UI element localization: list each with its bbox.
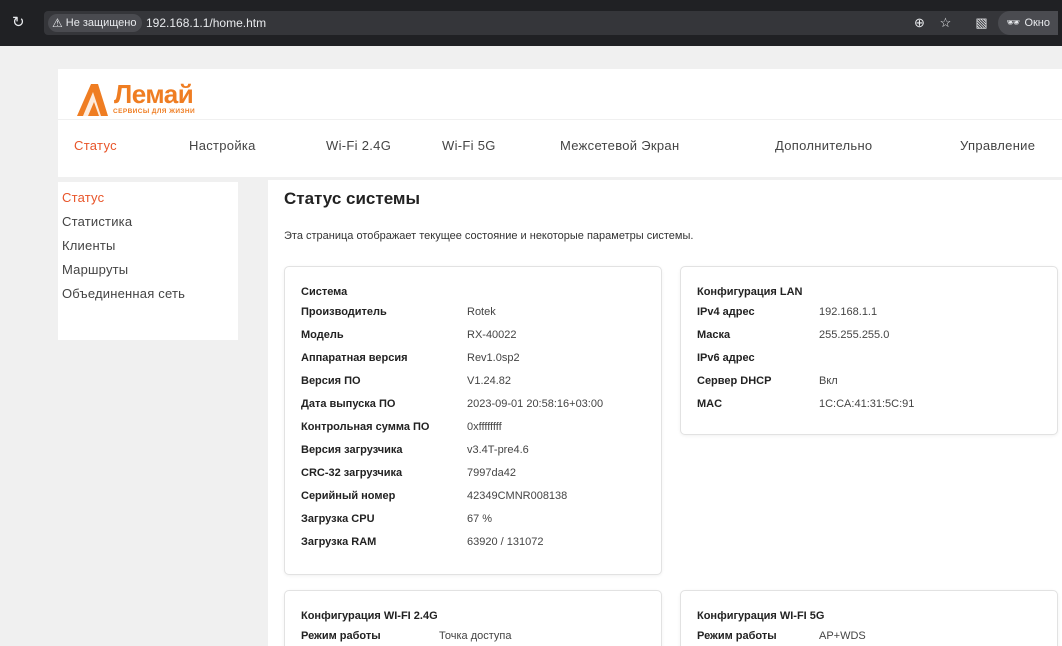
sidebar-item-mesh[interactable]: Объединенная сеть — [58, 282, 238, 306]
row-value: 1C:CA:41:31:5C:91 — [819, 398, 915, 410]
row-value: 67 % — [467, 513, 493, 525]
row-value: 192.168.1.1 — [819, 306, 878, 318]
side-panel-icon[interactable]: ▧ — [970, 11, 992, 35]
sidebar-item-clients[interactable]: Клиенты — [58, 234, 238, 258]
row-key: Загрузка RAM — [301, 536, 377, 548]
incognito-icon: 🕶 — [1006, 17, 1021, 29]
nav-firewall[interactable]: Межсетевой Экран — [560, 131, 679, 161]
row-key: Версия ПО — [301, 375, 361, 387]
bookmark-star-icon[interactable]: ☆ — [934, 11, 956, 35]
sidebar-item-statistics[interactable]: Статистика — [58, 210, 238, 234]
sidebar: Статус Статистика Клиенты Маршруты Объед… — [58, 182, 238, 340]
row-value: AP+WDS — [819, 630, 866, 642]
row-key: Аппаратная версия — [301, 352, 408, 364]
lan-card: Конфигурация LAN IPv4 адрес 192.168.1.1 М… — [680, 266, 1058, 435]
row-value: Rotek — [467, 306, 496, 318]
row-key: CRC-32 загрузчика — [301, 467, 403, 479]
sidebar-item-routes[interactable]: Маршруты — [58, 258, 238, 282]
wifi24-card: Конфигурация WI-FI 2.4G Режим работы Точк… — [284, 590, 662, 646]
sidebar-item-status[interactable]: Статус — [58, 186, 238, 210]
nav-status[interactable]: Статус — [74, 131, 117, 161]
logo-mark-icon — [77, 84, 108, 116]
brand-tagline: СЕРВИСЫ ДЛЯ ЖИЗНИ — [113, 108, 196, 115]
security-chip[interactable]: ⚠ Не защищено — [48, 14, 143, 32]
header-divider — [58, 119, 1062, 120]
brand-logo[interactable]: Лемай СЕРВИСЫ ДЛЯ ЖИЗНИ — [74, 79, 234, 118]
row-value: 2023-09-01 20:58:16+03:00 — [467, 398, 604, 410]
incognito-chip[interactable]: 🕶 Окно — [998, 11, 1058, 35]
row-value: 0xffffffff — [467, 421, 502, 433]
card-title: Конфигурация LAN — [697, 286, 803, 298]
system-card: Система Производитель Rotek Модель RX-4002… — [284, 266, 662, 575]
row-key: IPv6 адрес — [697, 352, 755, 364]
page-description: Эта страница отображает текущее состояни… — [284, 230, 694, 242]
browser-toolbar: ↻ ⚠ Не защищено 192.168.1.1/home.htm ⊕ ☆… — [0, 0, 1062, 46]
warning-icon: ⚠ — [52, 16, 63, 30]
row-key: Дата выпуска ПО — [301, 398, 396, 410]
address-bar[interactable]: ⚠ Не защищено 192.168.1.1/home.htm ⊕ ☆ ▧… — [44, 11, 1058, 35]
url-text[interactable]: 192.168.1.1/home.htm — [146, 11, 266, 35]
row-key: Режим работы — [301, 630, 381, 642]
row-value: 63920 / 131072 — [467, 536, 544, 548]
reload-icon[interactable]: ↻ — [12, 13, 32, 33]
row-value: v3.4T-pre4.6 — [467, 444, 529, 456]
main-content: Статус системы Эта страница отображает т… — [268, 180, 1062, 646]
row-key: IPv4 адрес — [697, 306, 755, 318]
row-value: 7997da42 — [467, 467, 516, 479]
nav-wifi-5[interactable]: Wi-Fi 5G — [442, 131, 496, 161]
row-value: 42349CMNR008138 — [467, 490, 568, 502]
wifi5-card: Конфигурация WI-FI 5G Режим работы AP+WDS — [680, 590, 1058, 646]
card-title: Конфигурация WI-FI 5G — [697, 610, 825, 622]
row-key: Серийный номер — [301, 490, 396, 502]
site-header: Лемай СЕРВИСЫ ДЛЯ ЖИЗНИ Статус Настройка… — [58, 69, 1062, 177]
row-key: Модель — [301, 329, 344, 341]
row-key: Производитель — [301, 306, 387, 318]
row-key: MAC — [697, 398, 723, 410]
page-title: Статус системы — [284, 189, 421, 208]
row-key: Контрольная сумма ПО — [301, 421, 430, 433]
security-label: Не защищено — [65, 17, 137, 29]
row-key: Режим работы — [697, 630, 777, 642]
nav-settings[interactable]: Настройка — [189, 131, 256, 161]
brand-name: Лемай — [114, 79, 194, 109]
card-title: Система — [301, 286, 348, 298]
row-key: Маска — [697, 329, 731, 341]
row-key: Сервер DHCP — [697, 375, 772, 387]
row-key: Загрузка CPU — [301, 513, 375, 525]
row-key: Версия загрузчика — [301, 444, 403, 456]
row-value: RX-40022 — [467, 329, 517, 341]
card-title: Конфигурация WI-FI 2.4G — [301, 610, 438, 622]
nav-management[interactable]: Управление — [960, 131, 1035, 161]
nav-wifi-24[interactable]: Wi-Fi 2.4G — [326, 131, 391, 161]
row-value: V1.24.82 — [467, 375, 512, 387]
zoom-icon[interactable]: ⊕ — [908, 11, 930, 35]
main-nav: Статус Настройка Wi-Fi 2.4G Wi-Fi 5G Меж… — [58, 131, 1062, 161]
row-value: 255.255.255.0 — [819, 329, 890, 341]
nav-advanced[interactable]: Дополнительно — [775, 131, 872, 161]
row-value: Точка доступа — [439, 630, 512, 642]
row-value: Вкл — [819, 375, 838, 387]
incognito-label: Окно — [1024, 17, 1050, 29]
row-value: Rev1.0sp2 — [467, 352, 520, 364]
